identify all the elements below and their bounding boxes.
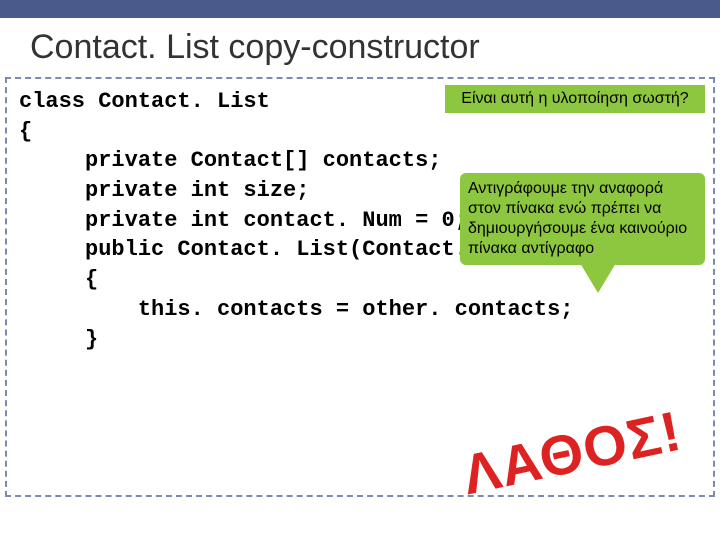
top-bar	[0, 0, 720, 18]
code-line: this. contacts = other. contacts;	[19, 295, 701, 325]
code-container: Είναι αυτή η υλοποίηση σωστή? class Cont…	[5, 77, 715, 497]
error-stamp: ΛΑΘΟΣ!	[457, 398, 687, 508]
callout-explanation: Αντιγράφουμε την αναφορά στον πίνακα ενώ…	[460, 173, 705, 265]
code-line: {	[19, 117, 701, 147]
callout-question: Είναι αυτή η υλοποίηση σωστή?	[445, 85, 705, 113]
code-line: private Contact[] contacts;	[19, 146, 701, 176]
code-line: }	[19, 325, 701, 355]
page-title: Contact. List copy-constructor	[0, 18, 720, 77]
